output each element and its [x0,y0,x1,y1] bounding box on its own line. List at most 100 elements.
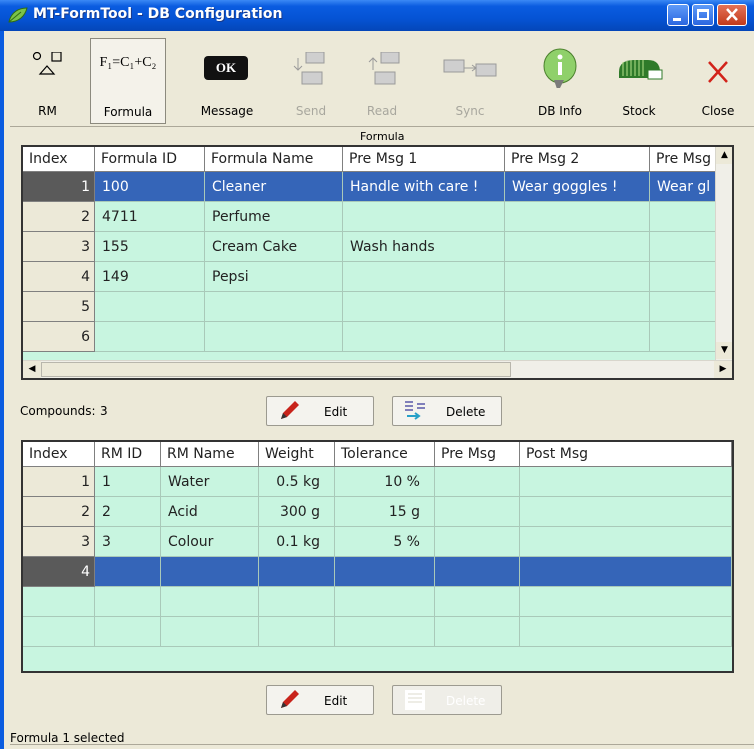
row-index-cell[interactable]: 4 [23,557,95,587]
formula-delete-button[interactable]: Delete [392,396,502,426]
formula-edit-button[interactable]: Edit [266,396,374,426]
maximize-icon [697,9,709,20]
toolbar-db-info-button[interactable]: DB Info [520,38,600,124]
table-cell [520,527,732,557]
window-title: MT-FormTool - DB Configuration [33,6,283,22]
row-index-cell[interactable]: 1 [23,172,95,202]
table-cell [23,617,95,647]
table-cell [520,557,732,587]
row-index-cell[interactable]: 3 [23,232,95,262]
row-index-cell[interactable]: 2 [23,202,95,232]
toolbar-divider [10,126,754,127]
table-cell [435,557,520,587]
table-cell: Cleaner [205,172,343,202]
close-x-icon [708,61,728,83]
rm-delete-button[interactable]: Delete [392,685,502,715]
table-cell [520,497,732,527]
rm-table-row[interactable] [23,587,732,617]
toolbar-rm-button[interactable]: RM [10,38,85,124]
window-frame [0,31,4,749]
formula-horizontal-scrollbar[interactable]: ◀ ▶ [23,360,732,378]
table-cell: 149 [95,262,205,292]
maximize-button[interactable] [692,4,714,26]
row-index-cell[interactable]: 4 [23,262,95,292]
table-cell: Perfume [205,202,343,232]
scroll-right-icon[interactable]: ▶ [714,361,732,378]
table-cell [520,617,732,647]
rm-table-row[interactable]: 3 3 Colour 0.1 kg 5 % [23,527,732,557]
formula-table-row[interactable]: 4 149 Pepsi [23,262,730,292]
scroll-down-icon[interactable]: ▼ [716,342,732,359]
table-cell [95,322,205,352]
table-cell: 0.5 kg [259,467,335,497]
row-index-cell[interactable]: 3 [23,527,95,557]
table-cell [95,587,161,617]
title-bar[interactable]: MT-FormTool - DB Configuration [0,0,754,31]
rm-grid[interactable]: Index RM ID RM Name Weight Tolerance Pre Msg P… [21,440,734,673]
rm-edit-button[interactable]: Edit [266,685,374,715]
rm-table-row[interactable]: 2 2 Acid 300 g 15 g [23,497,732,527]
formula-grid[interactable]: Index Formula ID Formula Name Pre Msg 1 Pre … [21,145,734,380]
formula-column-header[interactable]: Formula ID [95,147,205,172]
formula-column-header[interactable]: Pre Msg 1 [343,147,505,172]
toolbar-message-button[interactable]: OK Message [188,38,266,124]
rm-column-header[interactable]: RM Name [161,442,259,467]
rm-column-header[interactable]: Index [23,442,95,467]
formula-column-header[interactable]: Pre Msg 2 [505,147,650,172]
formula-table-row[interactable]: 5 [23,292,730,322]
table-cell: 3 [95,527,161,557]
rm-table-row[interactable] [23,617,732,647]
rm-column-header[interactable]: RM ID [95,442,161,467]
scroll-thumb[interactable] [41,362,511,377]
toolbar-read-label: Read [366,104,398,118]
delete-rows-icon [405,401,425,420]
rm-column-header[interactable]: Pre Msg [435,442,520,467]
table-cell: 5 % [335,527,435,557]
send-icon [293,52,325,85]
formula-table-row[interactable]: 2 4711 Perfume [23,202,730,232]
table-cell: 1 [95,467,161,497]
table-cell [335,587,435,617]
toolbar-db-info-label: DB Info [538,104,582,118]
row-index-cell[interactable]: 2 [23,497,95,527]
formula-column-header[interactable]: Formula Name [205,147,343,172]
toolbar-stock-button[interactable]: Stock [604,38,674,124]
toolbar-send-button[interactable]: Send [276,38,346,124]
toolbar-formula-button[interactable]: F₁=C₁+C₂ Formula [90,38,166,124]
app-leaf-icon [7,6,29,27]
rm-column-header[interactable]: Tolerance [335,442,435,467]
toolbar-rm-label: RM [38,104,57,118]
rm-table-row[interactable]: 1 1 Water 0.5 kg 10 % [23,467,732,497]
formula-table-row[interactable]: 6 [23,322,730,352]
ok-message-icon: OK [204,56,248,80]
table-cell [95,292,205,322]
status-bar: Formula 1 selected [10,731,125,745]
formula-table-row[interactable]: 1 100 Cleaner Handle with care ! Wear goggle… [23,172,730,202]
scroll-up-icon[interactable]: ▲ [716,147,732,164]
formula-column-header[interactable]: Index [23,147,95,172]
minimize-button[interactable] [667,4,689,26]
toolbar-sync-button[interactable]: Sync [430,38,510,124]
row-index-cell[interactable]: 5 [23,292,95,322]
formula-caption: Formula [360,130,405,143]
toolbar-read-button[interactable]: Read [347,38,417,124]
rm-column-header[interactable]: Post Msg [520,442,732,467]
table-cell [259,617,335,647]
scroll-left-icon[interactable]: ◀ [23,361,41,378]
row-index-cell[interactable]: 6 [23,322,95,352]
rm-edit-label: Edit [324,694,348,708]
table-cell [505,202,650,232]
table-cell: 15 g [335,497,435,527]
toolbar-close-button[interactable]: Close [684,38,752,124]
rm-column-header[interactable]: Weight [259,442,335,467]
sync-icon [443,59,497,77]
formula-table-row[interactable]: 3 155 Cream Cake Wash hands [23,232,730,262]
toolbar-sync-label: Sync [455,104,485,118]
window-close-button[interactable] [717,4,747,26]
rm-table-row[interactable]: 4 [23,557,732,587]
row-index-cell[interactable]: 1 [23,467,95,497]
compounds-label: Compounds: [20,404,96,418]
formula-delete-label: Delete [446,405,486,419]
formula-vertical-scrollbar[interactable]: ▲ ▼ [715,147,732,360]
formula-edit-label: Edit [324,405,348,419]
